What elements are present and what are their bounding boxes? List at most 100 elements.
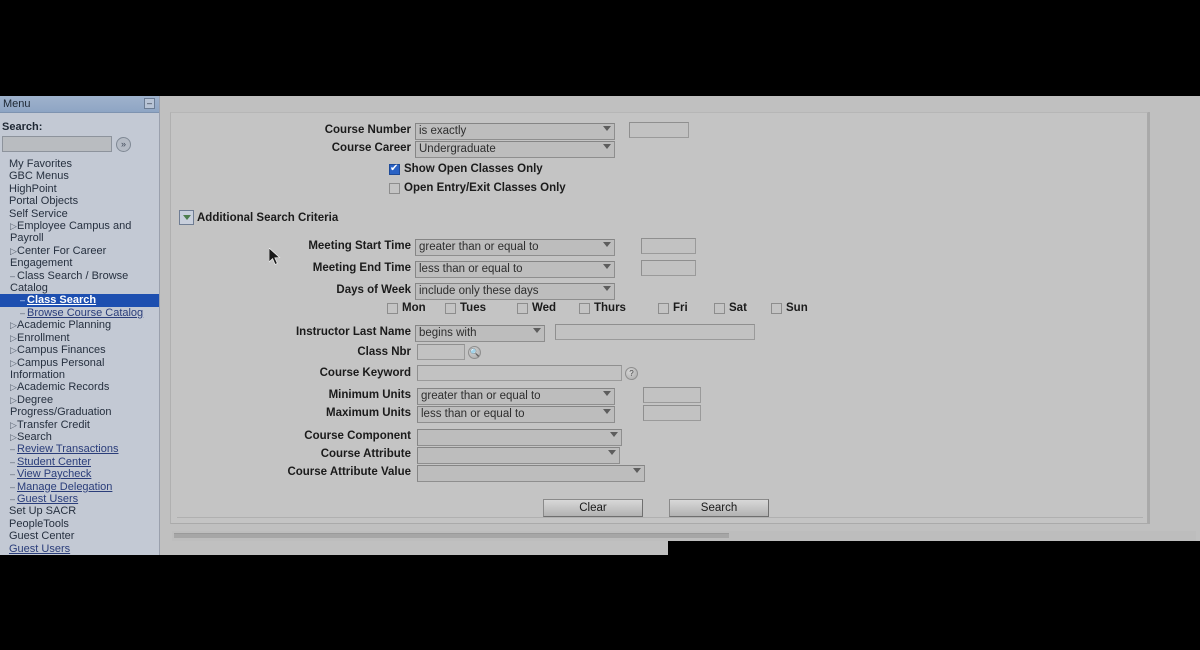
sidebar-item-label: Academic Records [17,381,110,394]
course-attribute-select[interactable]: General EducationWriting Intensive [417,446,620,464]
sidebar-item-academic-records[interactable]: ▷Academic Records [0,381,159,393]
sidebar-item-label: HighPoint [9,182,57,195]
day-mon-checkbox[interactable] [387,302,398,314]
sidebar-search-input[interactable] [2,136,112,152]
day-sun-label: Sun [786,302,808,314]
sidebar-item-degree-progress-graduation[interactable]: ▷Degree Progress/Graduation [0,394,159,419]
folder-icon: ▷ [10,332,17,343]
sidebar-item-portal-objects[interactable]: Portal Objects [0,195,159,207]
day-fri[interactable]: Fri [658,302,688,314]
day-tues[interactable]: Tues [445,302,486,314]
meeting-start-time-input[interactable] [641,238,696,254]
class-nbr-input[interactable] [417,344,465,360]
dash-icon: – [20,307,26,318]
maximum-units-label: Maximum Units [326,407,411,419]
sidebar-item-guest-center[interactable]: Guest Center [0,530,159,542]
sidebar-item-enrollment[interactable]: ▷Enrollment [0,332,159,344]
additional-search-criteria-section: Additional Search Criteria [179,210,338,225]
show-open-classes-label: Show Open Classes Only [404,163,543,175]
instructor-last-name-input[interactable] [555,324,755,340]
course-number-input[interactable] [629,122,689,138]
day-wed[interactable]: Wed [517,302,556,314]
sidebar-item-search[interactable]: ▷Search [0,431,159,443]
meeting-end-time-input[interactable] [641,260,696,276]
sidebar-item-view-paycheck[interactable]: – View Paycheck [0,468,159,480]
day-thurs-checkbox[interactable] [579,302,590,314]
day-sun-checkbox[interactable] [771,302,782,314]
sidebar-item-campus-personal-information[interactable]: ▷Campus Personal Information [0,357,159,382]
maximum-units-operator-select[interactable]: greater than or equal toless than or equ… [417,405,615,423]
search-button[interactable]: Search [669,499,769,517]
row-meeting-end-time: Meeting End Time greater than or equal t… [276,259,696,278]
sidebar-item-campus-finances[interactable]: ▷Campus Finances [0,344,159,356]
sidebar-item-transfer-credit[interactable]: ▷Transfer Credit [0,419,159,431]
minimum-units-label: Minimum Units [328,389,411,401]
sidebar-item-label: Review Transactions [17,443,119,456]
dash-icon: – [10,493,16,504]
row-course-attribute-value: Course Attribute Value [271,463,645,482]
sidebar-item-gbc-menus[interactable]: GBC Menus [0,170,159,182]
help-icon[interactable]: ? [625,366,638,380]
sidebar-item-my-favorites[interactable]: My Favorites [0,158,159,170]
days-of-week-operator-select[interactable]: include only these daysinclude any of th… [415,282,615,300]
course-component-label: Course Component [304,430,411,442]
sidebar-item-label: Search [17,430,52,443]
meeting-end-time-operator-select[interactable]: greater than or equal toless than or equ… [415,260,615,278]
sidebar-item-label: Degree Progress/Graduation [10,393,112,419]
sidebar-item-guest-users[interactable]: – Guest Users [0,493,159,505]
show-open-classes-checkbox[interactable] [389,163,400,175]
meeting-start-time-operator-select[interactable]: greater than or equal toless than or equ… [415,238,615,256]
screenshot-root: Menu – Search: » My Favorites GBC Menus Hi… [0,0,1200,650]
day-wed-checkbox[interactable] [517,302,528,314]
sidebar-menu-title: Menu [3,98,31,110]
clear-button[interactable]: Clear [543,499,643,517]
day-sat-checkbox[interactable] [714,302,725,314]
day-fri-checkbox[interactable] [658,302,669,314]
course-attribute-label: Course Attribute [320,448,411,460]
sidebar-menu-header: Menu – [0,96,159,113]
course-career-select[interactable]: UndergraduateGraduateContinuing Educatio… [415,140,615,158]
sidebar-item-highpoint[interactable]: HighPoint [0,183,159,195]
folder-icon: ▷ [10,382,17,393]
sidebar-item-center-for-career-engagement[interactable]: ▷Center For Career Engagement [0,245,159,270]
minus-icon[interactable]: – [144,98,155,109]
day-sun[interactable]: Sun [771,302,808,314]
course-keyword-input[interactable] [417,365,622,381]
sidebar-item-academic-planning[interactable]: ▷Academic Planning [0,319,159,331]
minimum-units-operator-select[interactable]: greater than or equal toless than or equ… [417,387,615,405]
course-number-operator-select[interactable]: is exactlycontainsgreater than or equal … [415,122,615,140]
maximum-units-input[interactable] [643,405,701,421]
sidebar-item-browse-course-catalog[interactable]: – Browse Course Catalog [0,307,159,319]
day-thurs[interactable]: Thurs [579,302,626,314]
chevron-down-icon[interactable] [179,210,194,225]
day-tues-checkbox[interactable] [445,302,456,314]
day-sat[interactable]: Sat [714,302,747,314]
navigation-sidebar: Menu – Search: » My Favorites GBC Menus Hi… [0,96,160,555]
lookup-icon[interactable]: 🔍 [468,345,481,359]
sidebar-item-self-service[interactable]: Self Service [0,208,159,220]
open-entry-exit-checkbox[interactable] [389,182,400,194]
horizontal-scrollbar-thumb[interactable] [174,533,729,538]
sidebar-item-employee-campus-and-payroll[interactable]: ▷Employee Campus and Payroll [0,220,159,245]
sidebar-item-class-search[interactable]: – Class Search [0,294,159,307]
minimum-units-input[interactable] [643,387,701,403]
panel-right-divider [1148,112,1150,524]
sidebar-item-class-search-browse-catalog[interactable]: – Class Search / Browse Catalog [0,270,159,295]
panel-divider [177,517,1143,518]
sidebar-item-student-center[interactable]: – Student Center [0,456,159,468]
sidebar-item-manage-delegation[interactable]: – Manage Delegation [0,481,159,493]
day-mon[interactable]: Mon [387,302,426,314]
sidebar-item-label: View Paycheck [17,468,92,481]
double-chevron-right-icon[interactable]: » [116,136,131,152]
course-attribute-value-select[interactable] [417,464,645,482]
sidebar-item-label: Set Up SACR [9,505,77,518]
sidebar-item-label: Guest Users [17,492,79,505]
sidebar-item-peopletools[interactable]: PeopleTools [0,518,159,530]
folder-icon: ▷ [10,221,17,232]
instructor-last-name-operator-select[interactable]: begins withcontainsis exactly [415,324,545,342]
course-component-select[interactable]: LectureLaboratorySeminarDiscussion [417,428,622,446]
row-course-career: Course Career UndergraduateGraduateConti… [301,139,615,158]
sidebar-item-set-up-sacr[interactable]: Set Up SACR [0,505,159,517]
sidebar-item-review-transactions[interactable]: – Review Transactions [0,443,159,455]
sidebar-item-guest-users[interactable]: Guest Users [0,543,159,555]
